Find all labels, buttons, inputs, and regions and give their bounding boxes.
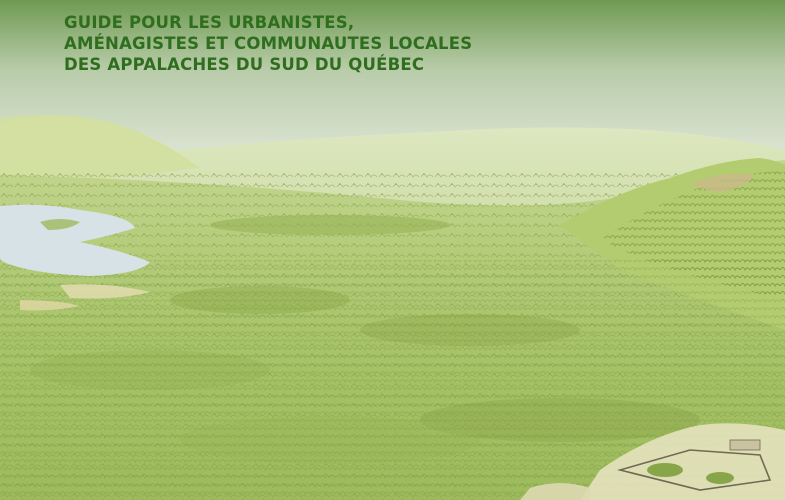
subtitle-line-2: AMÉNAGISTES ET COMMUNAUTES LOCALES <box>64 34 473 53</box>
cover-page: GUIDE POUR LES URBANISTES, AMÉNAGISTES E… <box>0 0 785 500</box>
landscape-illustration <box>0 0 785 500</box>
guide-subtitle: GUIDE POUR LES URBANISTES, AMÉNAGISTES E… <box>64 12 584 75</box>
subtitle-line-3: DES APPALACHES DU SUD DU QUÉBEC <box>64 55 425 74</box>
subtitle-line-1: GUIDE POUR LES URBANISTES, <box>64 13 355 32</box>
